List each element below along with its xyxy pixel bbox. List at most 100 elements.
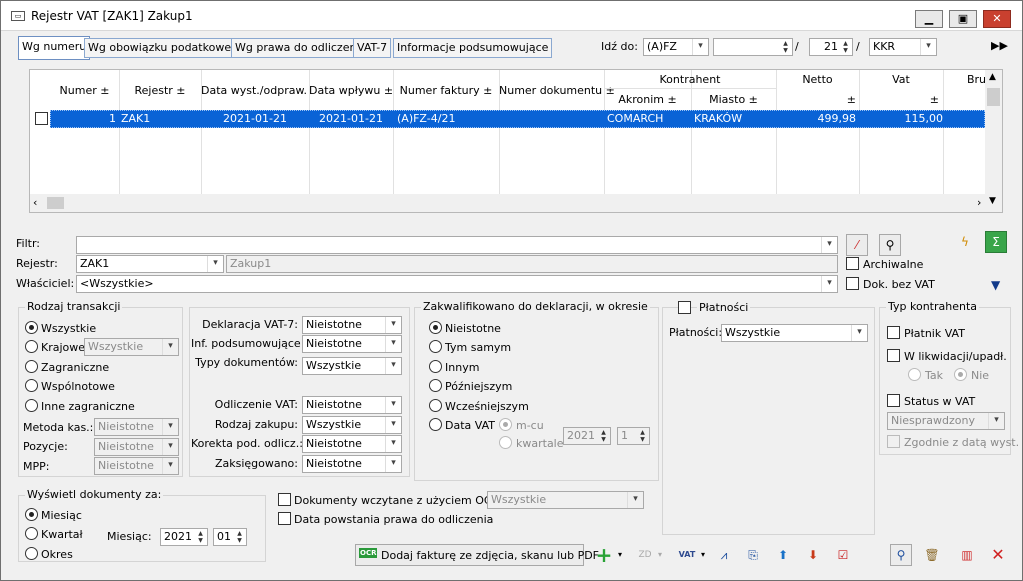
label-data-vat: Data VAT — [445, 419, 495, 432]
inf-select[interactable]: Nieistotne ▾ — [302, 335, 402, 353]
add-icon[interactable]: + — [593, 544, 615, 566]
chart-icon[interactable]: ⩘ — [713, 544, 735, 566]
rejestr-select[interactable]: ZAK1 ▾ — [76, 255, 224, 273]
radio-okres[interactable] — [25, 547, 38, 560]
columns-icon[interactable]: ▥ — [956, 544, 978, 566]
col-vat[interactable]: Vat — [859, 73, 943, 86]
radio-mcu — [499, 418, 512, 431]
tab-wg-prawa[interactable]: Wg prawa do odliczenia — [231, 38, 371, 58]
col-numer[interactable]: Numer ± — [50, 84, 119, 97]
tab-informacje[interactable]: Informacje podsumowujące — [393, 38, 553, 58]
col-brutto[interactable]: Bru — [943, 73, 986, 86]
upload-icon[interactable]: ⬆ — [772, 544, 794, 566]
radio-wczesniejszym[interactable] — [429, 399, 442, 412]
radio-kwartal[interactable] — [25, 527, 38, 540]
label-tym-samym: Tym samym — [445, 341, 512, 354]
label-zagraniczne: Zagraniczne — [41, 361, 110, 374]
radio-data-vat[interactable] — [429, 418, 442, 431]
goto-number-field[interactable]: ▲ ▼ — [713, 38, 793, 56]
radio-inne[interactable] — [25, 399, 38, 412]
close-button[interactable]: ✕ — [983, 10, 1011, 28]
ocr-checkbox[interactable] — [278, 493, 291, 506]
filter-input[interactable]: ▾ — [76, 236, 838, 254]
krajowe-select: Wszystkie ▾ — [84, 338, 179, 356]
radio-wszystkie[interactable] — [25, 321, 38, 334]
ocr-add-button[interactable]: OCR Dodaj fakturę ze zdjęcia, skanu lub … — [355, 544, 599, 566]
lightning-icon[interactable]: ϟ — [954, 231, 976, 253]
col-rejestr[interactable]: Rejestr ± — [119, 84, 201, 97]
filter-search-icon[interactable]: ⚲ — [879, 234, 901, 256]
vat-icon[interactable]: VAT — [676, 544, 698, 566]
tab-vat7[interactable]: VAT-7 — [353, 38, 392, 58]
col-miasto[interactable]: Miasto ± — [691, 93, 776, 106]
wlasciciel-select[interactable]: <Wszystkie> ▾ — [76, 275, 838, 293]
radio-zagraniczne[interactable] — [25, 360, 38, 373]
col-data-wyst[interactable]: Data wyst./odpraw. ± — [201, 84, 309, 97]
col-numer-faktury[interactable]: Numer faktury ± — [393, 84, 499, 97]
approve-icon[interactable]: ☑ — [832, 544, 854, 566]
export-icon[interactable]: ⎘ — [742, 544, 764, 566]
platnik-label: Płatnik VAT — [904, 327, 965, 340]
rodzaj-zakupu-select[interactable]: Wszystkie ▾ — [302, 416, 402, 434]
col-akronim[interactable]: Akronim ± — [604, 93, 691, 106]
filter-label: Filtr: — [16, 237, 40, 250]
tab-wg-numeru[interactable]: Wg numeru — [18, 36, 91, 60]
download-icon[interactable]: ⬇ — [802, 544, 824, 566]
radio-krajowe[interactable] — [25, 340, 38, 353]
platnosci-select[interactable]: Wszystkie ▾ — [721, 324, 868, 342]
status-vat-checkbox[interactable] — [887, 394, 900, 407]
goto-series-select[interactable]: KKR ▾ — [869, 38, 937, 56]
vat7-select[interactable]: Nieistotne ▾ — [302, 316, 402, 334]
likwidacja-checkbox[interactable] — [887, 349, 900, 362]
year-field[interactable]: 2021 ▲ ▼ — [160, 528, 208, 546]
radio-nieistotne[interactable] — [429, 321, 442, 334]
label-pozniejszym: Późniejszym — [445, 380, 513, 393]
grid-horizontal-scrollbar[interactable]: ‹ › — [30, 194, 987, 212]
odliczenie-select[interactable]: Nieistotne ▾ — [302, 396, 402, 414]
radio-pozniejszym[interactable] — [429, 379, 442, 392]
collapse-icon[interactable]: ▼ — [991, 278, 1000, 292]
vat7-label: Deklaracja VAT-7: — [202, 318, 298, 331]
col-data-wplywu[interactable]: Data wpływu ± — [309, 84, 393, 97]
delete-icon[interactable]: 🗑 — [921, 544, 943, 566]
label-tak: Tak — [925, 369, 944, 382]
metoda-select: Nieistotne ▾ — [94, 418, 179, 436]
radio-wspolnotowe[interactable] — [25, 379, 38, 392]
radio-tak — [908, 368, 921, 381]
grid-vertical-scrollbar[interactable]: ▲ ▼ — [985, 70, 1002, 212]
zaksiegowano-select[interactable]: Nieistotne ▾ — [302, 455, 402, 473]
table-row[interactable]: 1 ZAK1 2021-01-21 2021-01-21 (A)FZ-4/21 … — [50, 110, 985, 128]
archiwalne-checkbox[interactable] — [846, 257, 859, 270]
radio-innym[interactable] — [429, 360, 442, 373]
label-mcu: m-cu — [516, 419, 544, 432]
documents-grid: Numer ± Rejestr ± Data wyst./odpraw. ± D… — [29, 69, 1003, 213]
vat-dropdown-icon[interactable]: ▾ — [701, 550, 705, 559]
korekta-select[interactable]: Nieistotne ▾ — [302, 435, 402, 453]
data-prawa-checkbox[interactable] — [278, 512, 291, 525]
typy-select[interactable]: Wszystkie ▾ — [302, 357, 402, 375]
row-checkbox[interactable] — [35, 112, 48, 125]
preview-icon[interactable]: ⚲ — [890, 544, 912, 566]
radio-miesiac[interactable] — [25, 508, 38, 521]
dok-bez-vat-checkbox[interactable] — [846, 277, 859, 290]
add-dropdown-icon[interactable]: ▾ — [618, 550, 622, 559]
goto-forward-icon[interactable]: ▶▶ — [991, 39, 1008, 52]
col-numer-dokumentu[interactable]: Numer dokumentu ± — [499, 84, 615, 97]
radio-tym-samym[interactable] — [429, 340, 442, 353]
platnik-checkbox[interactable] — [887, 326, 900, 339]
maximize-button[interactable]: ▣ — [949, 10, 977, 28]
platnosci-checkbox[interactable] — [678, 301, 691, 314]
col-vat-sort[interactable]: ± — [859, 93, 939, 106]
tab-wg-obowiazku[interactable]: Wg obowiązku podatkowego — [84, 38, 249, 58]
month-field[interactable]: 01 ▲ ▼ — [213, 528, 247, 546]
minimize-button[interactable]: ▁ — [915, 10, 943, 28]
goto-month-field[interactable]: 21 ▲ ▼ — [809, 38, 853, 56]
col-netto[interactable]: Netto — [776, 73, 859, 86]
sum-icon[interactable]: Σ — [985, 231, 1007, 253]
col-netto-sort[interactable]: ± — [776, 93, 856, 106]
dok-bez-vat-label: Dok. bez VAT — [863, 278, 935, 291]
ocr-icon: OCR — [359, 548, 378, 558]
close-window-icon[interactable]: ✕ — [987, 544, 1009, 566]
clear-filter-icon[interactable]: ⁄ — [846, 234, 868, 256]
goto-type-select[interactable]: (A)FZ ▾ — [643, 38, 709, 56]
